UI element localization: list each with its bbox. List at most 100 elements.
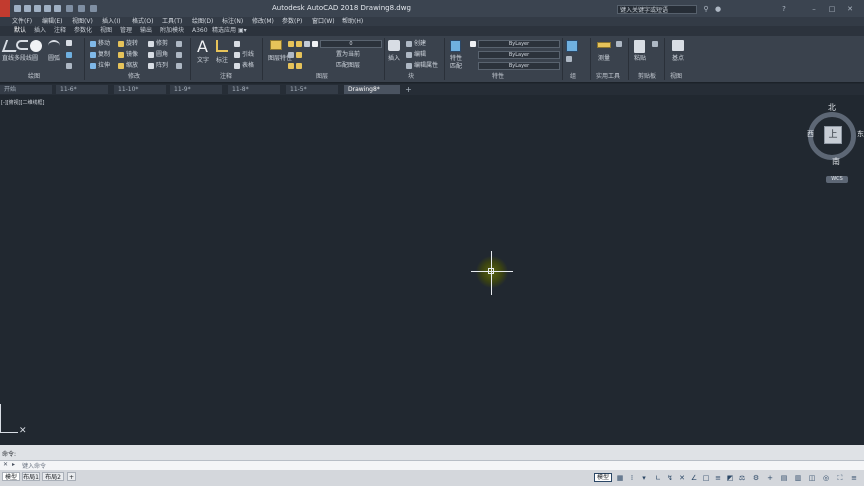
hatch-icon[interactable] (66, 52, 72, 58)
lineweight-icon[interactable]: ≡ (714, 474, 722, 482)
application-menu-button[interactable] (0, 0, 10, 17)
object-snap-icon[interactable]: □ (702, 474, 710, 482)
color-dropdown[interactable]: ByLayer (478, 40, 560, 48)
ungroup-icon[interactable] (566, 56, 572, 62)
arc-tool-label[interactable]: 圆弧 (48, 55, 60, 62)
tab-parametric[interactable]: 参数化 (74, 26, 92, 36)
tab-view[interactable]: 视图 (100, 26, 112, 36)
paste-icon[interactable] (634, 40, 645, 53)
annotation-monitor-icon[interactable]: + (766, 474, 774, 482)
panel-group-label[interactable]: 组 (570, 73, 576, 81)
properties-label[interactable]: 特性 (450, 55, 462, 62)
viewport-controls[interactable]: [-][俯视][二维线框] (1, 99, 45, 106)
group-icon[interactable] (566, 40, 578, 52)
quick-select-icon[interactable] (616, 41, 622, 47)
panel-modify-label[interactable]: 修改 (128, 73, 140, 81)
rectangle-icon[interactable] (66, 40, 72, 46)
polyline-icon[interactable] (16, 40, 28, 50)
measure-icon[interactable] (597, 42, 611, 48)
viewcube-east[interactable]: 东 (857, 129, 864, 139)
erase-icon[interactable] (176, 41, 182, 47)
move-tool-label[interactable]: 移动 (98, 40, 110, 47)
file-tab-11-10[interactable]: 11-10* (114, 85, 166, 94)
leader-tool-label[interactable]: 引线 (242, 51, 254, 58)
viewcube-south[interactable]: 南 (832, 156, 840, 167)
lineweight-dropdown[interactable]: ByLayer (478, 51, 560, 59)
file-tab-11-9[interactable]: 11-9* (170, 85, 222, 94)
panel-view-label[interactable]: 视图 (670, 73, 682, 81)
linetype-dropdown[interactable]: ByLayer (478, 62, 560, 70)
scale-tool-label[interactable]: 缩放 (126, 62, 138, 69)
leader-icon[interactable] (234, 52, 240, 58)
viewcube-west[interactable]: 西 (807, 129, 814, 139)
menu-view[interactable]: 视图(V) (72, 17, 93, 26)
layout-tab-layout1[interactable]: 布局1 (22, 472, 40, 481)
menu-edit[interactable]: 编辑(E) (42, 17, 62, 26)
circle-tool-label[interactable]: 圆 (32, 55, 38, 62)
array-tool-label[interactable]: 阵列 (156, 62, 168, 69)
object-snap-tracking-icon[interactable]: ∠ (690, 474, 698, 482)
panel-block-label[interactable]: 块 (408, 73, 414, 81)
menu-tools[interactable]: 工具(T) (162, 17, 182, 26)
file-tab-11-8[interactable]: 11-8* (228, 85, 280, 94)
file-tab-start[interactable]: 开始 (0, 85, 52, 94)
layer-iso-icon[interactable] (296, 52, 302, 58)
menu-draw[interactable]: 绘图(D) (192, 17, 213, 26)
panel-annotation-label[interactable]: 注释 (220, 73, 232, 81)
rotate-icon[interactable] (118, 41, 124, 47)
set-current-layer-label[interactable]: 置为当前 (336, 51, 360, 58)
file-tab-11-6[interactable]: 11-6* (56, 85, 108, 94)
base-view-label[interactable]: 基点 (672, 55, 684, 62)
command-input[interactable]: 键入命令 (22, 461, 46, 470)
match-properties-label[interactable]: 匹配 (450, 63, 462, 70)
isolate-objects-icon[interactable]: ◎ (822, 474, 830, 482)
ribbon-options-icon[interactable]: ▣▾ (238, 26, 247, 36)
menu-modify[interactable]: 修改(M) (252, 17, 274, 26)
layer-off-icon[interactable] (288, 63, 294, 69)
layout-tab-layout2[interactable]: 布局2 (42, 472, 64, 481)
grid-icon[interactable]: ▦ (616, 474, 624, 482)
new-icon[interactable] (14, 5, 21, 12)
search-icon[interactable]: ⚲ (702, 5, 710, 13)
panel-properties-label[interactable]: 特性 (492, 73, 504, 81)
undo-icon[interactable] (66, 5, 73, 12)
tab-featured-apps[interactable]: 精选应用 (212, 26, 236, 36)
table-tool-label[interactable]: 表格 (242, 62, 254, 69)
dimension-tool-label[interactable]: 标注 (216, 57, 228, 64)
explode-icon[interactable] (176, 52, 182, 58)
rotate-tool-label[interactable]: 旋转 (126, 40, 138, 47)
tab-home[interactable]: 默认 (14, 26, 26, 36)
layer-unisolate-icon[interactable] (296, 63, 302, 69)
ortho-icon[interactable]: ∟ (654, 474, 662, 482)
create-block-icon[interactable] (406, 41, 412, 47)
base-view-icon[interactable] (672, 40, 684, 51)
menu-help[interactable]: 帮助(H) (342, 17, 363, 26)
annotation-scale-icon[interactable]: ⚖ (738, 474, 746, 482)
panel-utilities-label[interactable]: 实用工具 (596, 73, 620, 81)
close-icon[interactable]: ✕ (846, 5, 854, 13)
save-as-icon[interactable] (44, 5, 51, 12)
copy-clip-icon[interactable] (652, 41, 658, 47)
create-block-label[interactable]: 创建 (414, 40, 426, 47)
panel-layers-label[interactable]: 图层 (316, 73, 328, 81)
tab-output[interactable]: 输出 (140, 26, 152, 36)
table-icon[interactable] (234, 63, 240, 69)
layer-on-icon[interactable] (288, 41, 294, 47)
menu-file[interactable]: 文件(F) (12, 17, 32, 26)
copy-tool-label[interactable]: 复制 (98, 51, 110, 58)
quick-properties-icon[interactable]: ▥ (794, 474, 802, 482)
insert-block-label[interactable]: 插入 (388, 55, 400, 62)
command-recent-icon[interactable]: ▸ (12, 461, 15, 468)
properties-icon[interactable] (450, 40, 461, 52)
isodraft-icon[interactable]: ✕ (678, 474, 686, 482)
workspace-gear-icon[interactable]: ⚙ (752, 474, 760, 482)
edit-block-icon[interactable] (406, 52, 412, 58)
circle-icon[interactable] (30, 40, 42, 52)
text-tool-label[interactable]: 文字 (197, 57, 209, 64)
trim-tool-label[interactable]: 修剪 (156, 40, 168, 47)
move-icon[interactable] (90, 41, 96, 47)
layout-tab-model[interactable]: 模型 (2, 472, 20, 481)
save-icon[interactable] (34, 5, 41, 12)
layout-tab-add[interactable]: + (67, 472, 76, 481)
paste-tool-label[interactable]: 粘贴 (634, 55, 646, 62)
